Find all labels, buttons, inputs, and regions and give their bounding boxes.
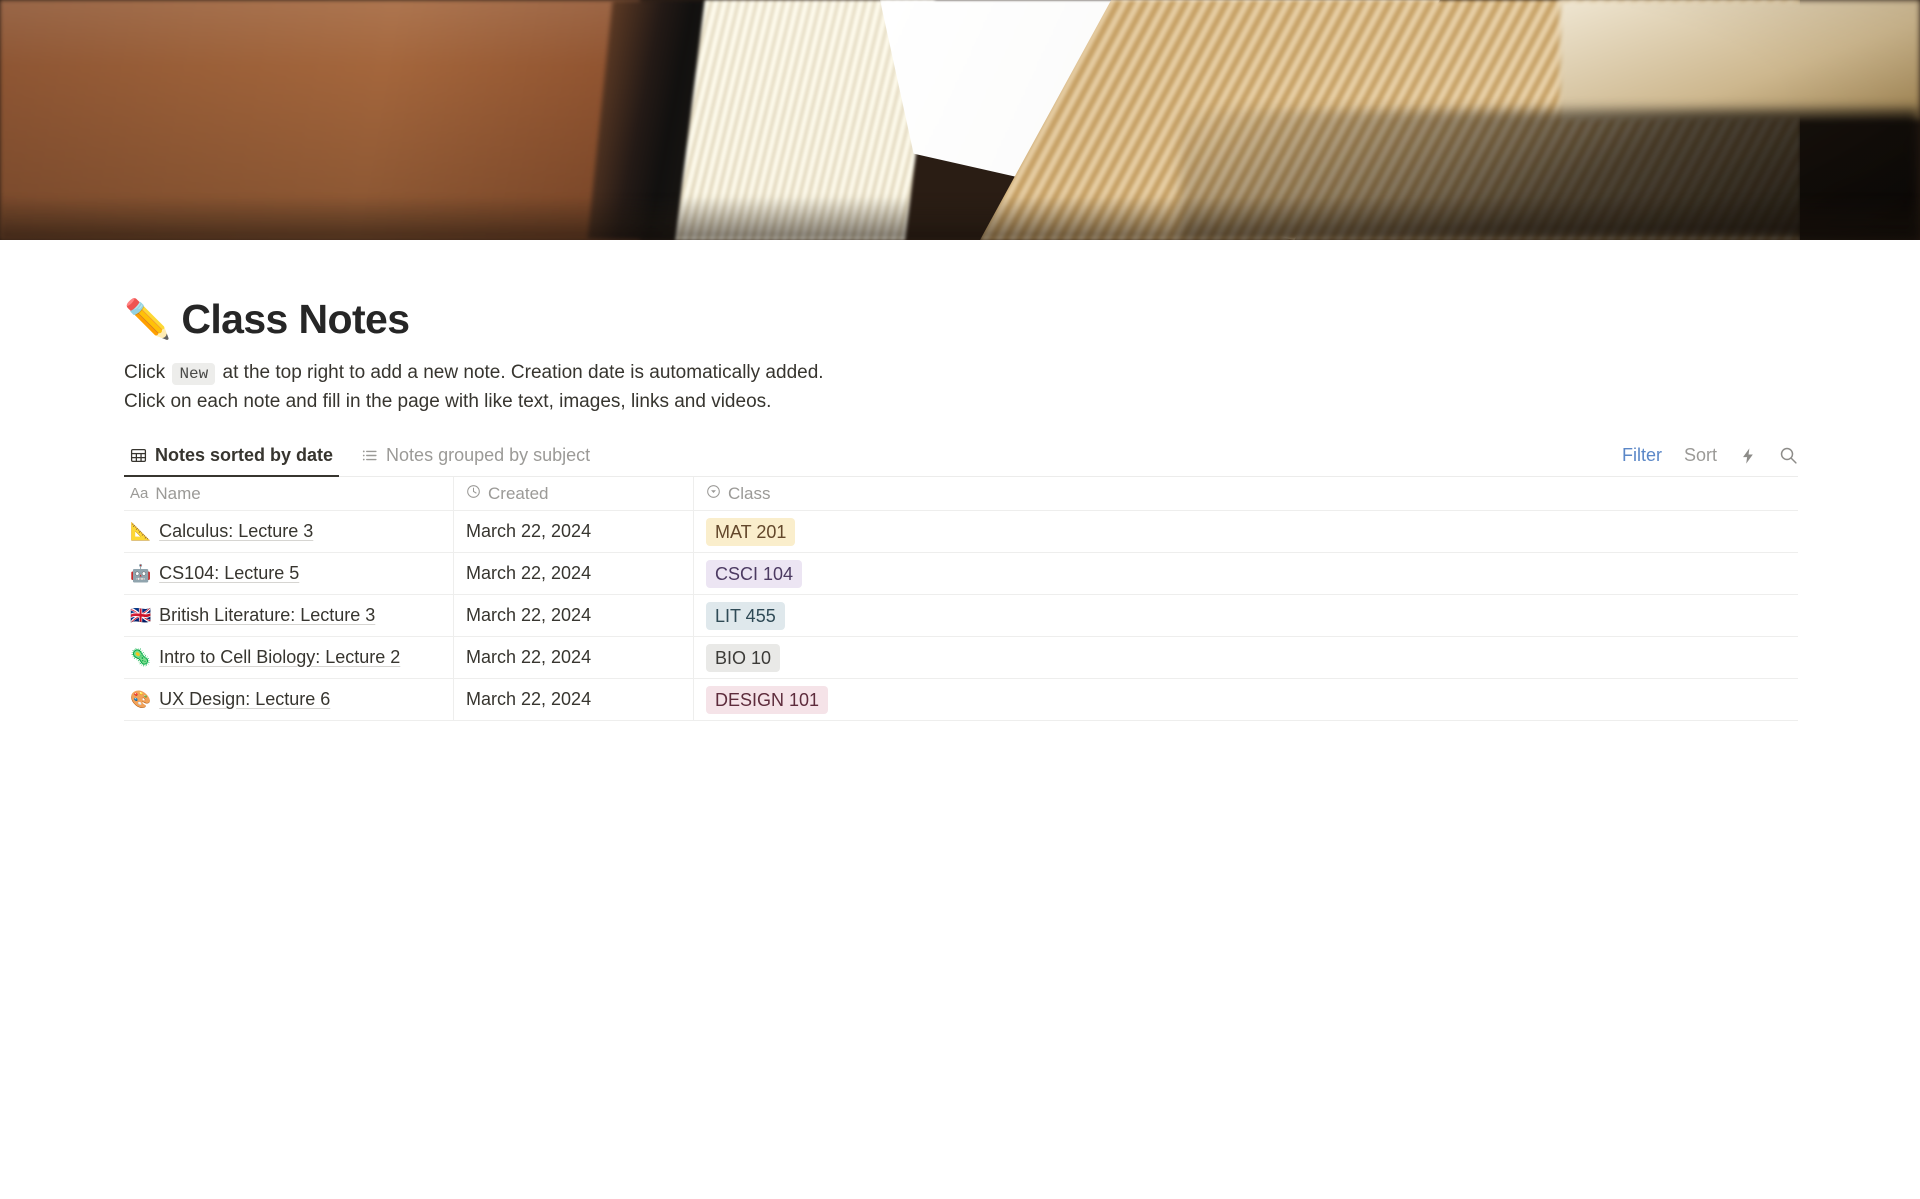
cell-name[interactable]: 📐 Calculus: Lecture 3: [124, 511, 454, 552]
note-title-link[interactable]: Calculus: Lecture 3: [159, 521, 313, 542]
cell-class[interactable]: LIT 455: [694, 595, 1798, 636]
class-tag[interactable]: CSCI 104: [706, 559, 803, 588]
table-row[interactable]: 🤖 CS104: Lecture 5 March 22, 2024 CSCI 104: [124, 553, 1798, 595]
row-emoji-icon: 🇬🇧: [130, 605, 152, 625]
description-line-2: Click on each note and fill in the page …: [124, 391, 772, 412]
cell-class[interactable]: MAT 201: [694, 511, 1798, 552]
cell-created[interactable]: March 22, 2024: [454, 595, 694, 636]
created-date: March 22, 2024: [466, 563, 592, 583]
cover-vignette: [0, 0, 1920, 240]
cell-created[interactable]: March 22, 2024: [454, 679, 694, 720]
tab-notes-sorted-by-date[interactable]: Notes sorted by date: [124, 445, 340, 477]
cell-name[interactable]: 🤖 CS104: Lecture 5: [124, 553, 454, 594]
class-tag[interactable]: LIT 455: [706, 601, 785, 630]
cell-name[interactable]: 🎨 UX Design: Lecture 6: [124, 679, 454, 720]
table-body: 📐 Calculus: Lecture 3 March 22, 2024 MAT 20…: [124, 511, 1798, 721]
page-title: Class Notes: [181, 296, 410, 342]
cell-class[interactable]: DESIGN 101: [694, 679, 1798, 720]
column-header-label: Created: [488, 483, 549, 503]
created-date: March 22, 2024: [466, 605, 592, 625]
table-row[interactable]: 🦠 Intro to Cell Biology: Lecture 2 March 2…: [124, 637, 1798, 679]
page-title-row: ✏️ Class Notes: [124, 296, 1920, 343]
note-title-link[interactable]: UX Design: Lecture 6: [159, 689, 330, 710]
cell-created[interactable]: March 22, 2024: [454, 553, 694, 594]
description-text-after: at the top right to add a new note. Crea…: [222, 362, 824, 383]
tab-notes-grouped-by-subject[interactable]: Notes grouped by subject: [355, 445, 596, 476]
pencil-icon: ✏️: [124, 298, 172, 341]
search-icon[interactable]: [1779, 446, 1798, 465]
description-line-1: Click New at the top right to add a new …: [124, 359, 1124, 388]
row-emoji-icon: 🎨: [130, 689, 152, 709]
row-emoji-icon: 📐: [130, 521, 152, 541]
select-type-icon: [706, 484, 721, 504]
note-title-link[interactable]: Intro to Cell Biology: Lecture 2: [159, 647, 400, 668]
cell-class[interactable]: BIO 10: [694, 637, 1798, 678]
cover-image: [0, 0, 1920, 240]
table-row[interactable]: 📐 Calculus: Lecture 3 March 22, 2024 MAT 20…: [124, 511, 1798, 553]
column-header-label: Class: [728, 483, 771, 503]
page-content: ✏️ Class Notes Click New at the top righ…: [0, 296, 1920, 721]
column-header-label: Name: [155, 483, 201, 503]
clock-icon: [466, 484, 481, 504]
page-description: Click New at the top right to add a new …: [124, 359, 1124, 415]
table-row[interactable]: 🇬🇧 British Literature: Lecture 3 March 22,…: [124, 595, 1798, 637]
table-header-row: Aa Name Created Class: [124, 477, 1798, 511]
cell-name[interactable]: 🦠 Intro to Cell Biology: Lecture 2: [124, 637, 454, 678]
note-title-link[interactable]: CS104: Lecture 5: [159, 563, 299, 584]
sort-button[interactable]: Sort: [1684, 445, 1717, 466]
row-emoji-icon: 🦠: [130, 647, 152, 667]
cell-name[interactable]: 🇬🇧 British Literature: Lecture 3: [124, 595, 454, 636]
row-emoji-icon: 🤖: [130, 563, 152, 583]
new-code-chip: New: [172, 363, 216, 385]
column-header-created[interactable]: Created: [454, 477, 694, 510]
created-date: March 22, 2024: [466, 521, 592, 541]
column-header-class[interactable]: Class: [694, 477, 1798, 510]
description-text-before: Click: [124, 362, 166, 383]
column-header-name[interactable]: Aa Name: [124, 477, 454, 510]
created-date: March 22, 2024: [466, 689, 592, 709]
filter-button[interactable]: Filter: [1622, 445, 1662, 466]
lightning-icon[interactable]: [1739, 447, 1757, 465]
cell-class[interactable]: CSCI 104: [694, 553, 1798, 594]
view-tabs-bar: Notes sorted by date Notes grouped by su…: [124, 445, 1798, 477]
text-type-icon: Aa: [130, 485, 149, 502]
notes-table: Aa Name Created Class 📐 Calculus: Lectur…: [124, 477, 1798, 721]
view-tabs: Notes sorted by date Notes grouped by su…: [124, 445, 596, 477]
class-tag[interactable]: DESIGN 101: [706, 685, 829, 714]
cell-created[interactable]: March 22, 2024: [454, 637, 694, 678]
tab-label: Notes grouped by subject: [386, 445, 591, 465]
table-row[interactable]: 🎨 UX Design: Lecture 6 March 22, 2024 DESIG…: [124, 679, 1798, 721]
table-icon: [130, 447, 147, 464]
view-toolbar: Filter Sort: [1622, 445, 1798, 476]
class-tag[interactable]: MAT 201: [706, 517, 796, 546]
cell-created[interactable]: March 22, 2024: [454, 511, 694, 552]
tab-label: Notes sorted by date: [155, 445, 334, 465]
note-title-link[interactable]: British Literature: Lecture 3: [159, 605, 375, 626]
created-date: March 22, 2024: [466, 647, 592, 667]
list-icon: [361, 447, 378, 464]
class-tag[interactable]: BIO 10: [706, 643, 781, 672]
